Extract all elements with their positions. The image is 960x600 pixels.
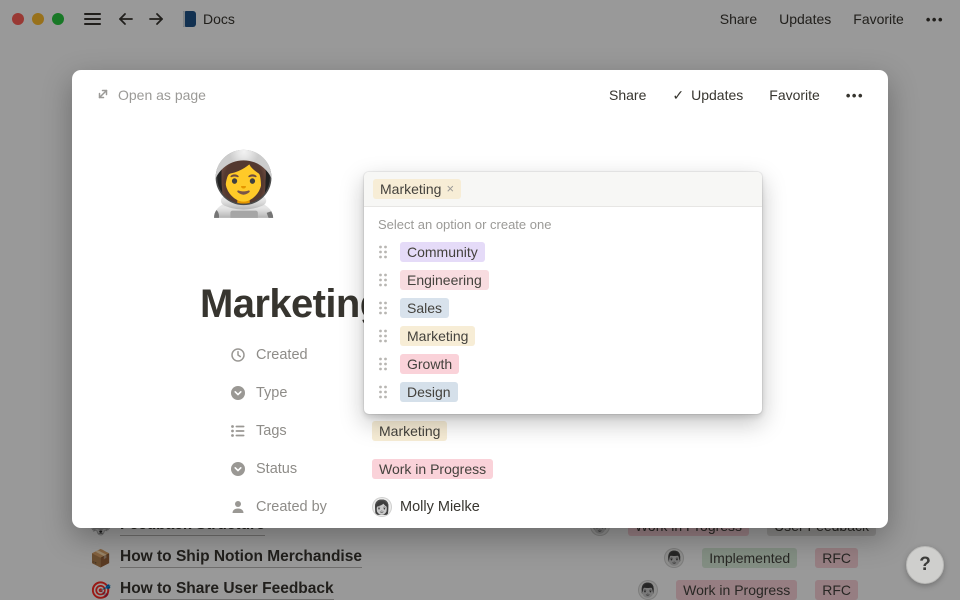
tag-chip: Design [400, 382, 458, 402]
modal-header: Open as page Share ✓ Updates Favorite ••… [72, 70, 888, 120]
tag-chip: Community [400, 242, 485, 262]
select-icon [230, 461, 246, 477]
person-icon [230, 499, 246, 515]
clock-icon [230, 347, 246, 363]
selected-tag-label: Marketing [380, 180, 441, 198]
page-title[interactable]: Marketing [200, 282, 384, 327]
tag-option-sales[interactable]: Sales [364, 294, 762, 322]
open-as-page-button[interactable]: Open as page [96, 87, 206, 104]
list-icon [230, 423, 246, 439]
tag-input-area[interactable]: Marketing × [364, 172, 762, 207]
app-window: Docs Share Updates Favorite ••• 🐺 Feedba… [0, 0, 960, 600]
selected-tag-chip[interactable]: Marketing × [373, 179, 461, 199]
select-icon [230, 385, 246, 401]
drag-handle-icon[interactable] [378, 301, 388, 315]
tag-option-marketing[interactable]: Marketing [364, 322, 762, 350]
drag-handle-icon[interactable] [378, 385, 388, 399]
property-row-status[interactable]: Status Work in Progress [230, 450, 848, 488]
drag-handle-icon[interactable] [378, 329, 388, 343]
tag-chip: Growth [400, 354, 459, 374]
remove-tag-icon[interactable]: × [446, 180, 454, 198]
expand-diagonal-icon [96, 87, 110, 104]
tag-chip: Marketing [400, 326, 475, 346]
tag-chip[interactable]: Marketing [372, 421, 447, 441]
property-row-tags[interactable]: Tags Marketing [230, 412, 848, 450]
property-label: Created [256, 347, 308, 363]
property-value[interactable]: 👩 Molly Mielke [372, 497, 480, 517]
drag-handle-icon[interactable] [378, 273, 388, 287]
tag-option-list: Community Engineering Sales Marketing Gr… [364, 234, 762, 414]
modal-share-button[interactable]: Share [609, 87, 646, 103]
person-name: Molly Mielke [400, 499, 480, 515]
property-label: Type [256, 385, 287, 401]
modal-favorite-button[interactable]: Favorite [769, 87, 820, 103]
property-row-created-by[interactable]: Created by 👩 Molly Mielke [230, 488, 848, 526]
tag-option-engineering[interactable]: Engineering [364, 266, 762, 294]
page-icon[interactable]: 👩‍🚀 [205, 154, 282, 216]
tag-chip: Engineering [400, 270, 489, 290]
modal-updates-label: Updates [691, 87, 743, 103]
modal-actions: Share ✓ Updates Favorite ••• [609, 87, 864, 104]
property-label: Created by [256, 499, 327, 515]
avatar: 👩 [372, 497, 392, 517]
property-value[interactable]: Work in Progress [372, 459, 493, 479]
tag-chip: Sales [400, 298, 449, 318]
property-label: Status [256, 461, 297, 477]
property-label: Tags [256, 423, 287, 439]
select-hint-text: Select an option or create one [364, 207, 762, 234]
check-icon: ✓ [672, 87, 684, 104]
status-chip[interactable]: Work in Progress [372, 459, 493, 479]
open-as-page-label: Open as page [118, 87, 206, 103]
tag-select-popup: Marketing × Select an option or create o… [364, 172, 762, 414]
tag-option-community[interactable]: Community [364, 238, 762, 266]
property-value[interactable]: Marketing [372, 421, 447, 441]
tag-option-growth[interactable]: Growth [364, 350, 762, 378]
modal-more-icon[interactable]: ••• [846, 88, 864, 103]
help-button[interactable]: ? [906, 546, 944, 584]
drag-handle-icon[interactable] [378, 357, 388, 371]
drag-handle-icon[interactable] [378, 245, 388, 259]
modal-updates-button[interactable]: ✓ Updates [672, 87, 743, 104]
tag-option-design[interactable]: Design [364, 378, 762, 406]
